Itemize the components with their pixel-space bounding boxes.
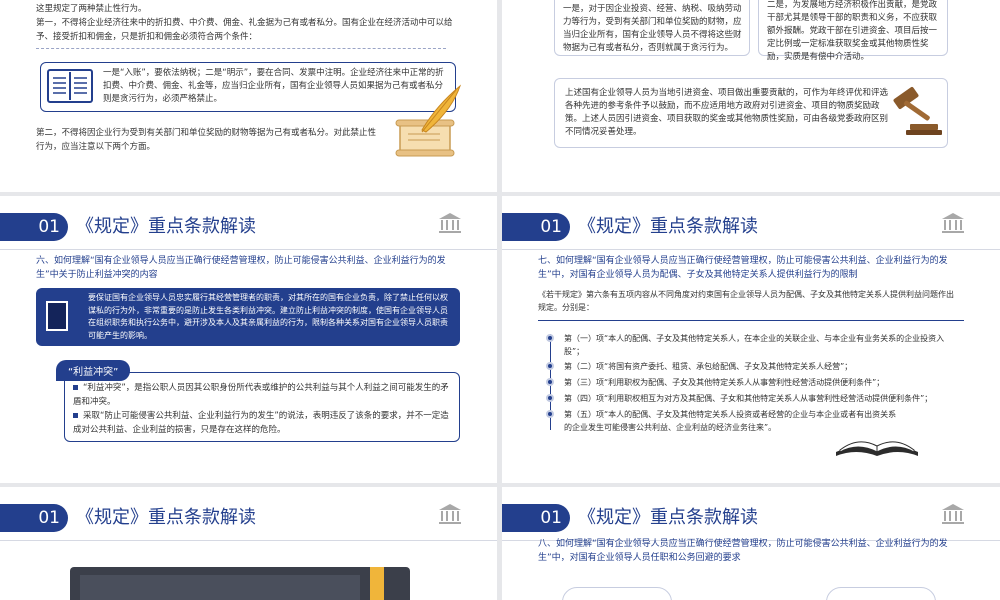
slide-5: 01 《规定》重点条款解读 <box>0 487 497 600</box>
slide2-right-text: 二是，为发展地方经济积极作出贡献，是党政干部尤其是领导干部的职责和义务，不应获取… <box>767 0 938 62</box>
quill-scroll-icon <box>395 84 462 157</box>
slide3-bullet1: “利益冲突”，是指公职人员因其公职身份所代表或维护的公共利益与其个人利益之间可能… <box>73 383 449 407</box>
slide2-right-box: 二是，为发展地方经济积极作出贡献，是党政干部尤其是领导干部的职责和义务，不应获取… <box>758 0 948 62</box>
timeline-dot <box>546 362 554 370</box>
divider <box>538 320 964 321</box>
slide2-left-text: 一是，对于因企业投资、经营、纳税、吸纳劳动力等行为，受到有关部门和单位奖励的财物… <box>563 4 742 53</box>
section-title: 《规定》重点条款解读 <box>578 216 758 237</box>
slide-header: 01 《规定》重点条款解读 <box>0 213 497 250</box>
open-book-icon <box>836 441 918 456</box>
slide2-bottom-text: 上述国有企业领导人员为当地引进资金、项目做出重要贡献的，可作为年终评优和评选各种… <box>565 88 889 137</box>
timeline-dot <box>546 334 554 342</box>
section-number: 01 <box>502 504 570 532</box>
slide-1: 这里规定了两种禁止性行为。 第一，不得将企业经济往来中的折扣费、中介费、佣金、礼… <box>0 0 497 192</box>
section-number: 01 <box>502 213 570 241</box>
bullet-icon <box>73 413 78 418</box>
section-number: 01 <box>0 504 68 532</box>
slide-6: 01 《规定》重点条款解读 八、如何理解“国有企业领导人员应当正确行使经营管理权… <box>502 487 1000 600</box>
slide4-item-2: 第（二）项“将国有资产委托、租赁、承包给配偶、子女及其他特定关系人经营”； <box>564 362 853 371</box>
bank-icon <box>439 213 461 233</box>
slide-header: 01 《规定》重点条款解读 <box>0 504 497 541</box>
slide3-dark-box: 要保证国有企业领导人员忠实履行其经营管理者的职责，对其所在的国有企业负责，除了禁… <box>36 288 460 346</box>
slide4-subtitle: 七、如何理解“国有企业领导人员应当正确行使经营管理权，防止可能侵害公共利益、企业… <box>538 256 948 280</box>
bank-icon <box>942 504 964 524</box>
book-icon <box>47 69 93 103</box>
slide-4: 01 《规定》重点条款解读 七、如何理解“国有企业领导人员应当正确行使经营管理权… <box>502 196 1000 483</box>
slide6-pill-left <box>562 587 672 600</box>
laptop-illustration <box>70 567 410 600</box>
bank-icon <box>439 504 461 524</box>
slide-3: 01 《规定》重点条款解读 六、如何理解“国有企业领导人员应当正确行使经营管理权… <box>0 196 497 483</box>
slide3-subtitle: 六、如何理解“国有企业领导人员应当正确行使经营管理权，防止可能侵害公共利益、企业… <box>36 256 446 280</box>
slide4-item-4: 第（四）项“利用职权相互为对方及其配偶、子女和其他特定关系人从事营利性经营活动提… <box>564 394 933 403</box>
section-number: 01 <box>0 213 68 241</box>
slide3-bullet2: 采取“防止可能侵害公共利益、企业利益行为的发生”的说法，表明违反了该条的要求，并… <box>73 411 449 435</box>
slide6-pill-right <box>826 587 936 600</box>
slide6-subtitle: 八、如何理解“国有企业领导人员应当正确行使经营管理权，防止可能侵害公共利益、企业… <box>538 539 948 563</box>
bank-icon <box>942 213 964 233</box>
slide3-bullet-box: “利益冲突”，是指公职人员因其公职身份所代表或维护的公共利益与其个人利益之间可能… <box>64 372 460 442</box>
slide1-line1: 这里规定了两种禁止性行为。 <box>36 4 147 14</box>
bookmark-icon <box>370 567 384 600</box>
slide4-item-1: 第（一）项“本人的配偶、子女及其他特定关系人，在本企业的关联企业、与本企业有业务… <box>564 334 945 356</box>
timeline-dot <box>546 410 554 418</box>
section-title: 《规定》重点条款解读 <box>578 507 758 528</box>
slide4-item-3: 第（三）项“利用职权为配偶、子女及其他特定关系人从事营利性经营活动提供便利条件”… <box>564 378 885 387</box>
timeline-dot <box>546 378 554 386</box>
slide-header: 01 《规定》重点条款解读 <box>502 504 1000 541</box>
section-title: 《规定》重点条款解读 <box>76 216 256 237</box>
bullet-icon <box>73 385 78 390</box>
section-title: 《规定》重点条款解读 <box>76 507 256 528</box>
slide1-para1: 第一，不得将企业经济往来中的折扣费、中介费、佣金、礼金据为己有或者私分。国有企业… <box>36 18 453 42</box>
slide3-tag: “利益冲突” <box>56 360 131 381</box>
slide3-dark-text: 要保证国有企业领导人员忠实履行其经营管理者的职责，对其所在的国有企业负责，除了禁… <box>88 293 448 340</box>
slide-2: 一是，对于因企业投资、经营、纳税、吸纳劳动力等行为，受到有关部门和单位奖励的财物… <box>502 0 1000 192</box>
slide1-para2: 第二，不得将因企业行为受到有关部门和单位奖励的财物等据为己有或者私分。对此禁止性… <box>36 128 377 152</box>
slide-header: 01 《规定》重点条款解读 <box>502 213 1000 250</box>
divider <box>36 48 446 49</box>
notebook-icon <box>46 301 68 331</box>
gavel-icon <box>893 86 942 135</box>
slide2-left-box: 一是，对于因企业投资、经营、纳税、吸纳劳动力等行为，受到有关部门和单位奖励的财物… <box>554 0 750 56</box>
slide4-intro: 《若干规定》第六条有五项内容从不同角度对约束国有企业领导人员为配偶、子女及其他特… <box>538 290 954 312</box>
timeline-dot <box>546 394 554 402</box>
